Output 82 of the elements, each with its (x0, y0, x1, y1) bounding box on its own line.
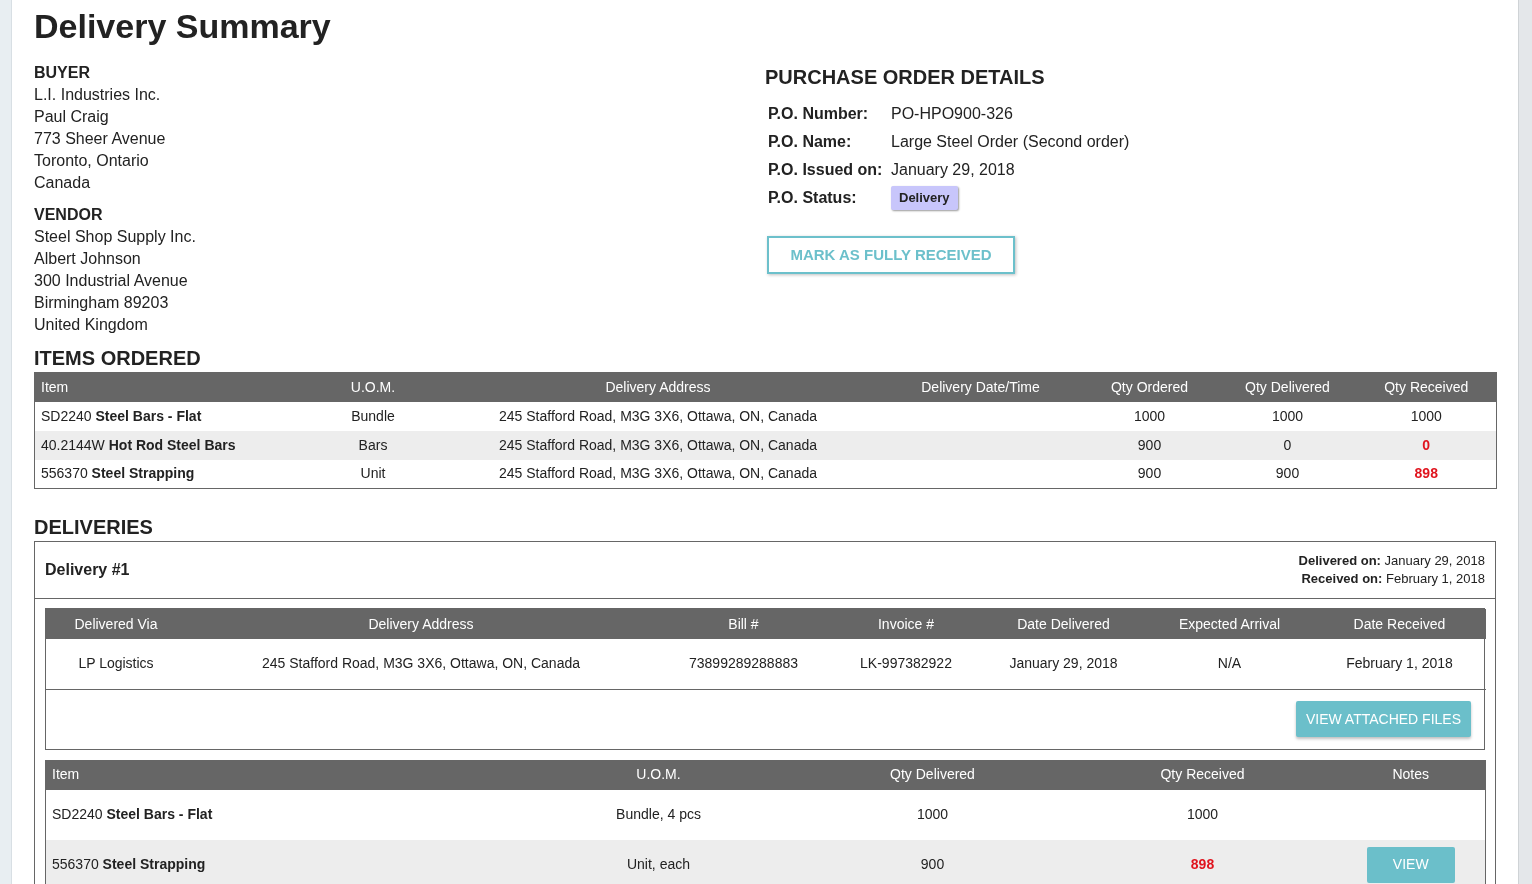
table-cell: 0 (1356, 430, 1497, 460)
address-line: Toronto, Ontario (34, 151, 150, 171)
column-header: Date Received (1313, 609, 1486, 639)
table-cell: SD2240 Steel Bars - Flat (34, 401, 311, 431)
section-label: VENDOR (34, 205, 104, 225)
view-notes-button[interactable]: VIEW (1366, 846, 1455, 883)
table-cell: Bundle, 4 pcs (520, 789, 797, 840)
column-header: Delivery Date/Time (880, 372, 1081, 402)
column-header: Bill # (656, 609, 831, 639)
column-header: Qty Ordered (1080, 372, 1219, 402)
table-cell: 1000 (1356, 401, 1497, 431)
table-cell: 900 (1218, 459, 1357, 489)
address-line: Paul Craig (34, 107, 110, 127)
column-header: U.O.M. (310, 372, 436, 402)
status-badge: Delivery (891, 186, 958, 210)
table-cell: 245 Stafford Road, M3G 3X6, Ottawa, ON, Canada (186, 639, 656, 689)
table-cell: 1000 (1218, 401, 1357, 431)
field-label: P.O. Issued on: (768, 160, 884, 180)
delivery-title: Delivery #1 (45, 560, 130, 580)
table-cell: 40.2144W Hot Rod Steel Bars (34, 430, 311, 460)
delivered-date: Delivered on: January 29, 2018 (1298, 552, 1485, 570)
table-cell: 1000 (796, 789, 1069, 840)
table-cell: February 1, 2018 (1313, 639, 1486, 689)
table-cell: 900 (1080, 430, 1219, 460)
column-header: Item (34, 372, 311, 402)
table-cell: 1000 (1080, 401, 1219, 431)
table-cell: 556370 Steel Strapping (34, 459, 311, 489)
table-cell: 73899289288883 (656, 639, 831, 689)
field-value: Large Steel Order (Second order) (891, 132, 1130, 152)
section-heading: ITEMS ORDERED (34, 346, 202, 370)
address-line: 300 Industrial Avenue (34, 271, 189, 291)
table-cell: 900 (1080, 459, 1219, 489)
table-cell: LK-997382922 (831, 639, 981, 689)
section-heading: DELIVERIES (34, 515, 154, 539)
section-label: BUYER (34, 63, 91, 83)
column-header: Delivered Via (46, 609, 186, 639)
address-line: Albert Johnson (34, 249, 142, 269)
address-line: 773 Sheer Avenue (34, 129, 167, 149)
page-title: Delivery Summary (34, 6, 332, 47)
field-label: P.O. Number: (768, 104, 870, 124)
table-cell: 898 (1356, 459, 1497, 489)
view-files-button[interactable]: VIEW ATTACHED FILES (1295, 701, 1471, 737)
table-cell: 900 (796, 839, 1069, 884)
column-header: Delivery Address (435, 372, 881, 402)
address-line: L.I. Industries Inc. (34, 85, 162, 105)
table-cell: 245 Stafford Road, M3G 3X6, Ottawa, ON, Canada (435, 401, 881, 431)
table-cell: January 29, 2018 (981, 639, 1146, 689)
column-header: Invoice # (831, 609, 981, 639)
field-label: P.O. Status: (768, 188, 858, 208)
section-heading: PURCHASE ORDER DETAILS (765, 65, 1046, 90)
table-cell: 245 Stafford Road, M3G 3X6, Ottawa, ON, Canada (435, 430, 881, 460)
table-cell: LP Logistics (46, 639, 186, 689)
table-cell: N/A (1146, 639, 1313, 689)
table-cell: 245 Stafford Road, M3G 3X6, Ottawa, ON, Canada (435, 459, 881, 489)
address-line: Steel Shop Supply Inc. (34, 227, 197, 247)
table-cell: 556370 Steel Strapping (45, 839, 521, 884)
column-header: Delivery Address (186, 609, 656, 639)
column-header: Notes (1336, 759, 1486, 790)
column-header: Date Delivered (981, 609, 1146, 639)
field-value: PO-HPO900-326 (891, 104, 1013, 124)
field-label: P.O. Name: (768, 132, 853, 152)
table-cell: SD2240 Steel Bars - Flat (45, 789, 521, 840)
table-cell: Unit (310, 459, 436, 489)
address-line: United Kingdom (34, 315, 149, 335)
table-cell: Bars (310, 430, 436, 460)
column-header: Qty Received (1068, 759, 1337, 790)
table-cell: 1000 (1068, 789, 1337, 840)
column-header: U.O.M. (520, 759, 797, 790)
column-header: Qty Delivered (1218, 372, 1357, 402)
address-line: Canada (34, 173, 92, 193)
column-header: Qty Received (1356, 372, 1497, 402)
column-header: Expected Arrival (1146, 609, 1313, 639)
table-cell: 898 (1068, 839, 1337, 884)
mark-received-button[interactable]: MARK AS FULLY RECEIVED (767, 236, 1015, 274)
table-cell: Bundle (310, 401, 436, 431)
address-line: Birmingham 89203 (34, 293, 170, 313)
table-cell: 0 (1218, 430, 1357, 460)
field-value: January 29, 2018 (891, 160, 1015, 180)
received-date: Received on: February 1, 2018 (1301, 570, 1485, 588)
column-header: Item (45, 759, 521, 790)
table-cell: Unit, each (520, 839, 797, 884)
column-header: Qty Delivered (796, 759, 1069, 790)
